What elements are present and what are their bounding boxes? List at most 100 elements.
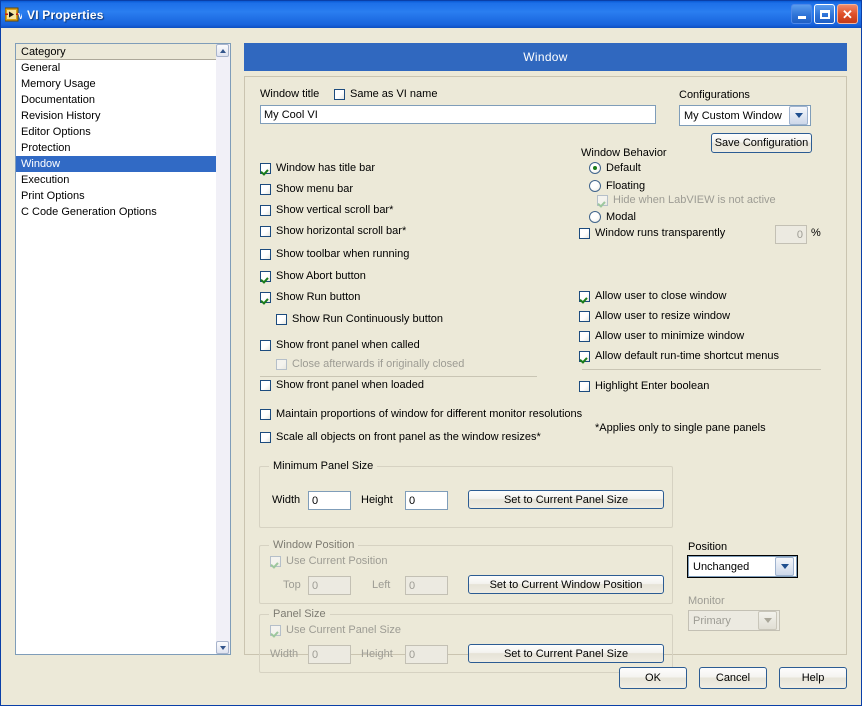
checkbox-box [260,270,271,282]
min-width-input[interactable] [308,491,351,510]
sidebar-item-revision-history[interactable]: Revision History [16,108,230,124]
checkbox-label: Show front panel when loaded [276,379,424,391]
min-height-input[interactable] [405,491,448,510]
checkbox-show-front-panel-when-called[interactable]: Show front panel when called [260,339,420,351]
ok-button[interactable]: OK [619,667,687,689]
monitor-dropdown: Primary [688,610,780,631]
checkbox-window-has-title-bar[interactable]: Window has title bar [260,162,375,174]
sidebar-item-execution[interactable]: Execution [16,172,230,188]
vi-properties-dialog: VI VI Properties ✕ Category General Memor… [0,0,862,706]
sidebar-item-label: Editor Options [21,126,91,138]
checkbox-close-afterwards-if-originally-closed: Close afterwards if originally closed [276,358,464,370]
sidebar-item-label: Memory Usage [21,78,96,90]
radio-circle [589,180,601,192]
panel-height-input [405,645,448,664]
divider-1 [260,376,537,377]
checkbox-label: Show Run button [276,291,361,303]
sidebar-item-label: Print Options [21,190,85,202]
checkbox-show-run-continuously-button[interactable]: Show Run Continuously button [276,313,443,325]
checkbox-box [270,555,281,567]
checkbox-show-run-button[interactable]: Show Run button [260,291,360,303]
sidebar-item-label: C Code Generation Options [21,206,157,218]
page-title: Window [244,43,847,71]
checkbox-allow-user-to-close-window[interactable]: Allow user to close window [579,290,726,302]
checkbox-show-toolbar-when-running[interactable]: Show toolbar when running [260,248,409,260]
category-list[interactable]: Category General Memory Usage Documentatio… [15,43,231,655]
checkbox-box [276,313,287,325]
radio-circle [589,211,601,223]
checkbox-box [260,248,271,260]
checkbox-label: Allow user to resize window [595,310,731,322]
sidebar-item-label: Revision History [21,110,101,122]
divider-2 [582,369,821,370]
configurations-dropdown[interactable]: My Custom Window [679,105,811,126]
transparency-input[interactable] [775,225,807,244]
min-height-label: Height [361,494,393,506]
checkbox-maintain-proportions-of-window-for-different-monitor-resolutions[interactable]: Maintain proportions of window for diffe… [260,408,582,420]
sidebar-item-documentation[interactable]: Documentation [16,92,230,108]
sidebar-item-general[interactable]: General [16,60,230,76]
chevron-down-icon[interactable] [775,557,794,576]
window-transparency-checkbox[interactable]: Window runs transparently [579,227,725,239]
checkbox-show-front-panel-when-loaded[interactable]: Show front panel when loaded [260,379,424,391]
checkbox-label: Allow user to close window [595,290,727,302]
title-bar: VI VI Properties ✕ [1,1,861,28]
sidebar-item-protection[interactable]: Protection [16,140,230,156]
minimize-icon[interactable] [791,4,812,24]
checkbox-box [276,358,287,370]
position-dropdown[interactable]: Unchanged [687,555,798,578]
checkbox-box [270,624,281,636]
same-as-vi-name-checkbox[interactable]: Same as VI name [334,88,437,100]
panel-size-group: Panel Size Use Current Panel Size Width … [259,608,673,673]
checkbox-label: Show menu bar [276,183,354,195]
sidebar-item-print-options[interactable]: Print Options [16,188,230,204]
window-title: VI Properties [27,7,104,22]
cancel-button[interactable]: Cancel [699,667,767,689]
use-current-position-checkbox: Use Current Position [270,555,388,567]
checkbox-allow-user-to-resize-window[interactable]: Allow user to resize window [579,310,730,322]
scroll-up-icon[interactable] [216,44,229,57]
help-button[interactable]: Help [779,667,847,689]
category-list-header: Category [16,44,230,60]
set-to-current-window-position-button[interactable]: Set to Current Window Position [468,575,664,594]
checkbox-show-vertical-scroll-bar[interactable]: Show vertical scroll bar* [260,204,393,216]
position-value: Unchanged [693,560,750,573]
monitor-label: Monitor [688,595,725,607]
radio-floating[interactable]: Floating [589,180,645,192]
checkbox-box [260,183,271,195]
checkbox-label: Allow default run-time shortcut menus [595,350,780,362]
sidebar-item-memory-usage[interactable]: Memory Usage [16,76,230,92]
highlight-enter-checkbox[interactable]: Highlight Enter boolean [579,380,709,392]
checkbox-allow-user-to-minimize-window[interactable]: Allow user to minimize window [579,330,744,342]
top-input [308,576,351,595]
window-title-input[interactable] [260,105,656,124]
labview-vi-icon: VI [4,7,26,23]
sidebar-item-c-code-generation-options[interactable]: C Code Generation Options [16,204,230,220]
monitor-value: Primary [693,614,731,627]
category-scrollbar[interactable] [216,43,231,655]
position-label: Position [688,541,728,553]
radio-modal[interactable]: Modal [589,211,636,223]
sidebar-item-window[interactable]: Window [16,156,230,172]
checkbox-allow-default-run-time-shortcut-menus[interactable]: Allow default run-time shortcut menus [579,350,779,362]
page-content: Window Window title Same as VI name Wind… [244,43,847,673]
set-to-current-panel-size-button[interactable]: Set to Current Panel Size [468,490,664,509]
panel-width-input [308,645,351,664]
radio-default[interactable]: Default [589,162,641,174]
dialog-client-area: Category General Memory Usage Documentatio… [1,28,861,705]
sidebar-item-label: Execution [21,174,70,186]
chevron-down-icon[interactable] [789,106,808,125]
save-configuration-button[interactable]: Save Configuration [711,133,812,153]
checkbox-show-menu-bar[interactable]: Show menu bar [260,183,353,195]
checkbox-scale-all-objects-on-front-panel-as-the-window-resizes[interactable]: Scale all objects on front panel as the … [260,431,541,443]
radio-circle [589,162,601,174]
scroll-down-icon[interactable] [216,641,229,654]
close-icon[interactable]: ✕ [837,4,858,24]
checkbox-show-abort-button[interactable]: Show Abort button [260,270,366,282]
maximize-icon[interactable] [814,4,835,24]
checkbox-box [334,88,345,100]
sidebar-item-editor-options[interactable]: Editor Options [16,124,230,140]
category-items[interactable]: General Memory Usage Documentation Revision… [16,60,230,220]
checkbox-show-horizontal-scroll-bar[interactable]: Show horizontal scroll bar* [260,225,406,237]
set-to-current-panel-size-button-2[interactable]: Set to Current Panel Size [468,644,664,663]
